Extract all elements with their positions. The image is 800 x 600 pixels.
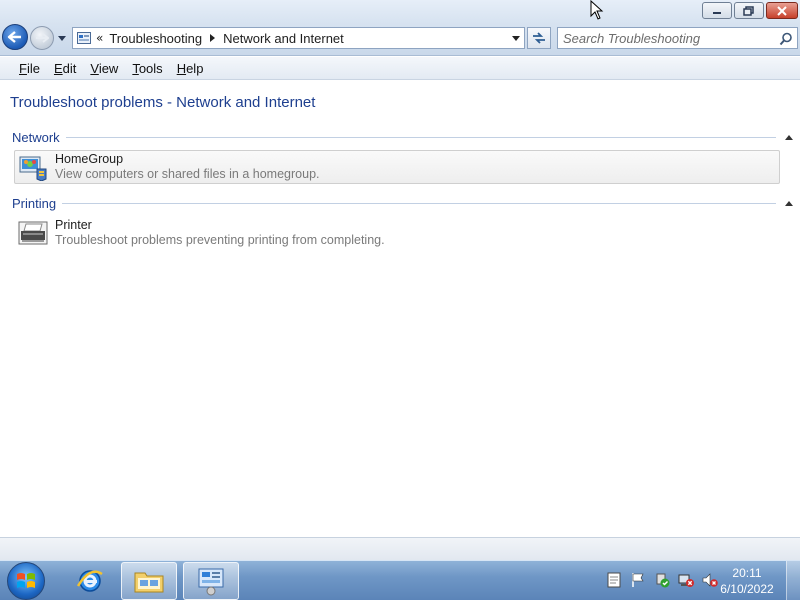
breadcrumb-troubleshooting[interactable]: Troubleshooting xyxy=(109,31,202,46)
action-center-flag-icon[interactable] xyxy=(629,571,646,588)
system-tray xyxy=(605,571,718,588)
section-divider xyxy=(62,202,776,204)
status-bar xyxy=(0,537,800,560)
address-dropdown-button[interactable] xyxy=(511,33,521,43)
task-text: Printer Troubleshoot problems preventing… xyxy=(55,218,385,248)
window-titlebar: « Troubleshooting Network and Internet xyxy=(0,0,800,56)
menu-help-accel: H xyxy=(176,60,187,76)
menu-tools-rest: ools xyxy=(138,60,163,76)
safely-remove-hardware-icon[interactable] xyxy=(653,571,670,588)
menu-file-accel: F xyxy=(19,60,27,76)
breadcrumb-overflow[interactable]: « xyxy=(96,31,103,45)
restore-icon xyxy=(743,5,754,16)
window-controls xyxy=(702,2,798,19)
folder-icon xyxy=(134,572,164,593)
task-text: HomeGroup View computers or shared files… xyxy=(55,152,320,182)
section-divider xyxy=(65,136,776,138)
menu-bar: File Edit View Tools Help xyxy=(0,57,800,80)
search-input[interactable] xyxy=(563,30,773,46)
refresh-button[interactable] xyxy=(527,27,551,49)
start-button[interactable] xyxy=(7,562,45,600)
back-arrow-icon xyxy=(7,31,21,43)
menu-edit-accel: E xyxy=(53,60,63,76)
taskbar-clock[interactable]: 20:11 6/10/2022 xyxy=(716,565,778,597)
internet-explorer-icon xyxy=(76,570,103,592)
address-bar[interactable]: « Troubleshooting Network and Internet xyxy=(72,27,525,49)
back-button[interactable] xyxy=(2,24,28,50)
task-homegroup[interactable]: HomeGroup View computers or shared files… xyxy=(14,150,780,184)
network-disconnected-icon[interactable] xyxy=(677,571,694,588)
menu-edit[interactable]: Edit xyxy=(47,61,83,76)
breadcrumb-separator-icon[interactable] xyxy=(210,34,216,42)
menu-view-accel: V xyxy=(90,60,99,76)
printer-icon xyxy=(17,218,49,248)
refresh-icon xyxy=(533,32,545,44)
taskbar-internet-explorer[interactable] xyxy=(62,562,118,600)
search-icon[interactable] xyxy=(779,32,793,46)
close-button[interactable] xyxy=(766,2,798,19)
mouse-cursor-icon xyxy=(590,0,604,20)
clock-time: 20:11 xyxy=(732,566,762,580)
recent-pages-button[interactable] xyxy=(57,33,67,43)
menu-file-rest: ile xyxy=(26,60,40,76)
page-title: Troubleshoot problems - Network and Inte… xyxy=(10,94,316,111)
menu-view-rest: iew xyxy=(98,60,119,76)
chevron-down-icon xyxy=(58,35,66,41)
collapse-chevron-icon[interactable] xyxy=(784,133,794,141)
minimize-button[interactable] xyxy=(702,2,732,19)
forward-arrow-icon xyxy=(36,33,49,43)
notes-icon[interactable] xyxy=(605,571,622,588)
clock-date: 6/10/2022 xyxy=(720,582,774,596)
task-description: Troubleshoot problems preventing printin… xyxy=(55,233,385,247)
search-box[interactable] xyxy=(557,27,798,49)
section-header-printing: Printing xyxy=(12,195,794,211)
task-name[interactable]: HomeGroup xyxy=(55,152,320,167)
homegroup-icon xyxy=(17,152,49,182)
menu-tools[interactable]: Tools xyxy=(125,61,169,76)
task-name[interactable]: Printer xyxy=(55,218,385,233)
menu-help-rest: elp xyxy=(186,60,204,76)
menu-edit-rest: dit xyxy=(62,60,77,76)
collapse-chevron-icon[interactable] xyxy=(784,199,794,207)
close-icon xyxy=(777,5,787,16)
forward-button[interactable] xyxy=(30,26,54,50)
section-label-printing: Printing xyxy=(12,195,57,211)
windows-logo-icon xyxy=(17,573,35,588)
breadcrumb-network-and-internet[interactable]: Network and Internet xyxy=(223,31,344,46)
chevron-down-icon xyxy=(512,35,520,41)
taskbar-control-panel[interactable] xyxy=(183,562,239,600)
menu-help[interactable]: Help xyxy=(170,61,211,76)
control-panel-icon xyxy=(76,31,92,45)
taskbar-windows-explorer[interactable] xyxy=(121,562,177,600)
menu-view[interactable]: View xyxy=(83,61,125,76)
control-panel-icon xyxy=(198,568,224,596)
minimize-icon xyxy=(713,11,721,14)
menu-file[interactable]: File xyxy=(12,61,47,76)
restore-button[interactable] xyxy=(734,2,764,19)
main-content: Troubleshoot problems - Network and Inte… xyxy=(0,81,800,537)
task-description: View computers or shared files in a home… xyxy=(55,167,320,181)
section-header-network: Network xyxy=(12,129,794,145)
task-printer[interactable]: Printer Troubleshoot problems preventing… xyxy=(14,216,780,250)
section-label-network: Network xyxy=(12,129,60,145)
show-desktop-button[interactable] xyxy=(786,561,800,600)
taskbar: 20:11 6/10/2022 xyxy=(0,560,800,600)
